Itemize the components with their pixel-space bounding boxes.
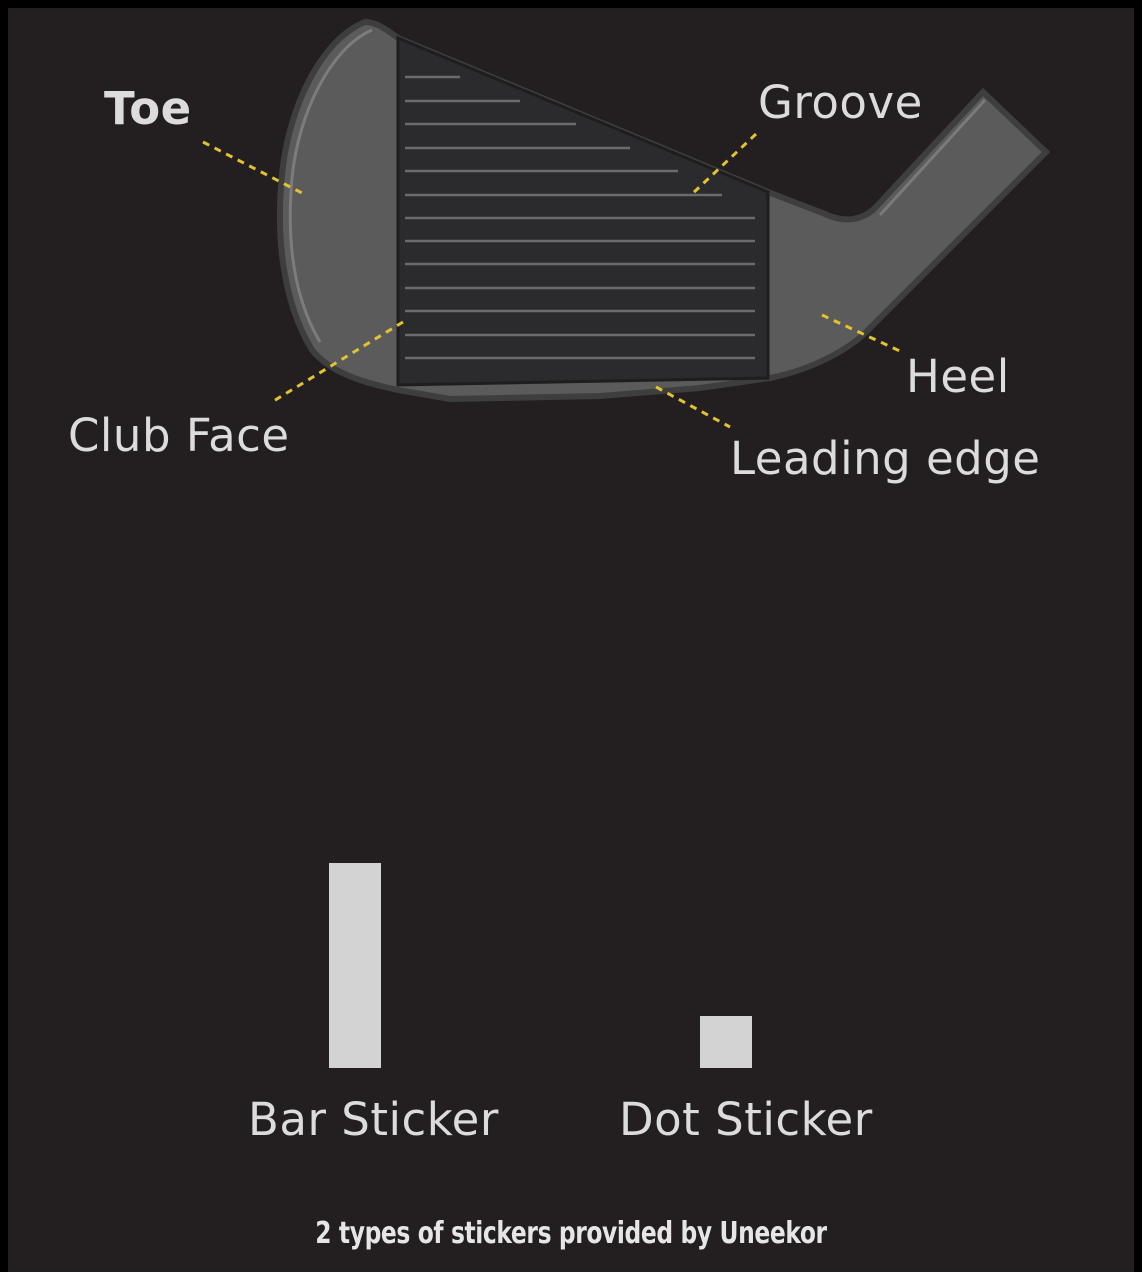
club-head-illustration — [202, 18, 1051, 429]
bar-sticker — [329, 863, 381, 1068]
diagram-stage: Toe Groove Club Face Heel Leading edge B… — [0, 0, 1142, 1272]
groove-label: Groove — [758, 76, 923, 129]
leading-edge-label: Leading edge — [730, 432, 1041, 485]
dot-sticker — [700, 1016, 752, 1068]
club-face-label: Club Face — [68, 409, 290, 462]
bar-sticker-label: Bar Sticker — [248, 1093, 499, 1146]
club-face-area — [396, 35, 770, 387]
dot-sticker-label: Dot Sticker — [619, 1093, 873, 1146]
heel-label: Heel — [906, 350, 1010, 403]
toe-label: Toe — [104, 82, 192, 135]
caption: 2 types of stickers provided by Uneekor — [315, 1216, 827, 1251]
